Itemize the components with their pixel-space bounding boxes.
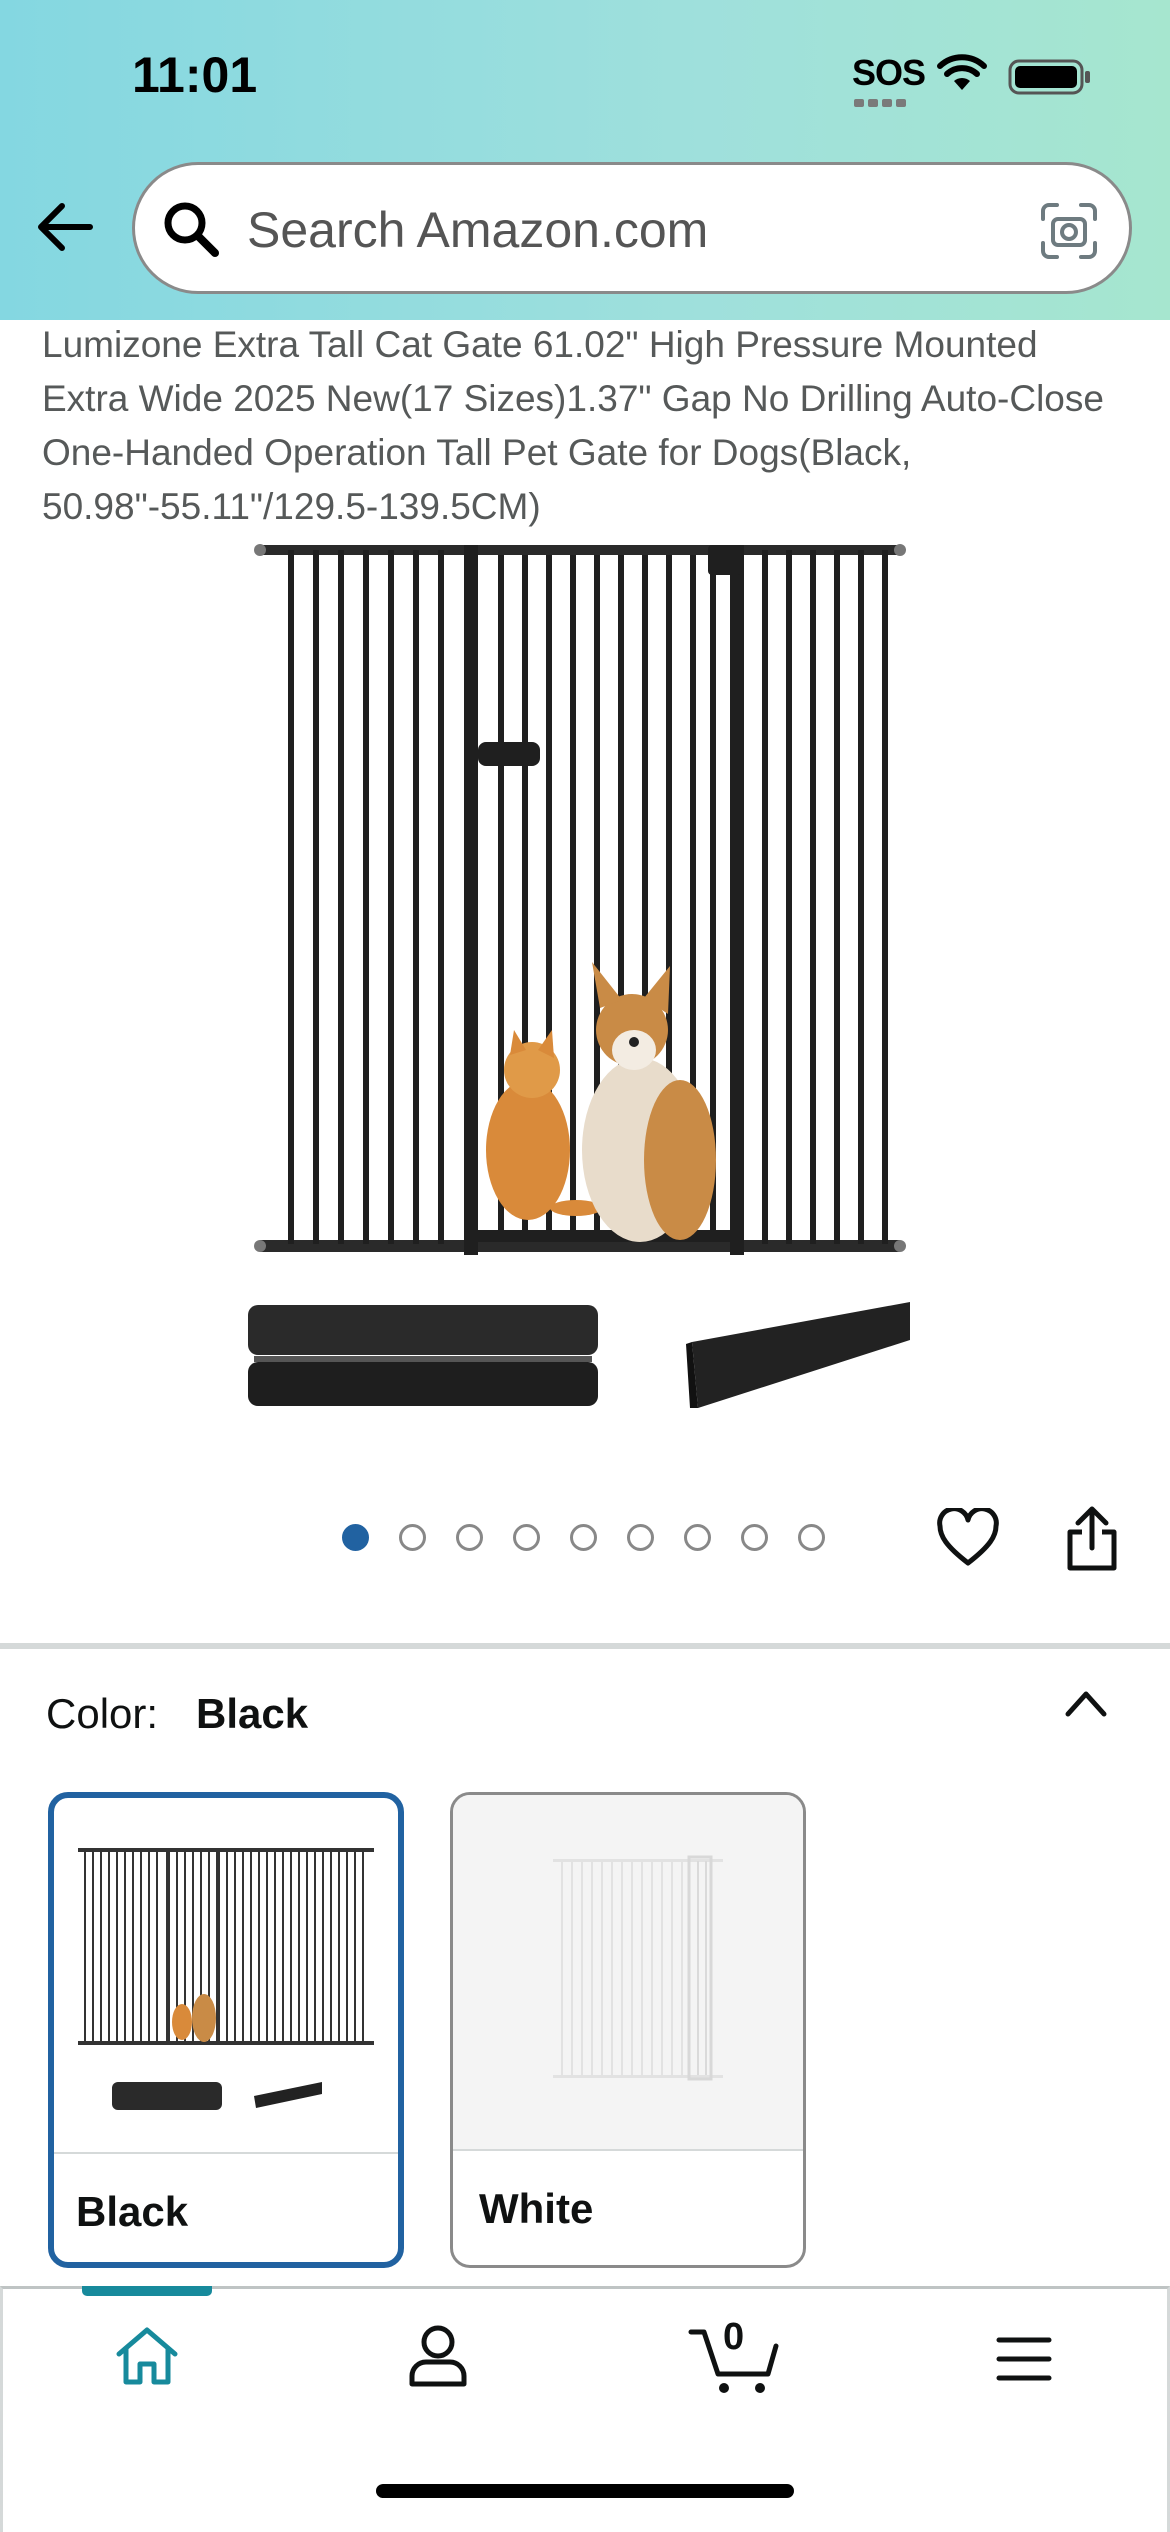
swatch-thumbnail-white [453, 1795, 803, 2149]
section-divider [0, 1643, 1170, 1649]
carousel-dots[interactable] [342, 1524, 825, 1554]
color-swatch-white[interactable]: White [450, 1792, 806, 2268]
camera-icon[interactable] [1039, 201, 1099, 261]
heart-icon[interactable] [936, 1508, 1000, 1568]
swatch-label-black: Black [76, 2188, 189, 2235]
carousel-dot[interactable] [399, 1524, 426, 1551]
status-time: 11:01 [132, 47, 258, 103]
product-image[interactable] [240, 530, 930, 1430]
cart-count: 0 [723, 2316, 745, 2358]
product-title[interactable]: Lumizone Extra Tall Cat Gate 61.02" High… [42, 318, 1132, 534]
sos-indicator: SOS [852, 52, 926, 93]
carousel-dot[interactable] [456, 1524, 483, 1551]
signal-dots [854, 94, 914, 107]
carousel-dot[interactable] [741, 1524, 768, 1551]
wifi-icon [937, 54, 987, 90]
search-bar[interactable] [132, 162, 1132, 294]
color-selected-value: Black [196, 1690, 309, 1737]
swatch-thumbnail-black [78, 1848, 374, 2110]
share-icon[interactable] [1062, 1506, 1122, 1572]
carousel-dot[interactable] [570, 1524, 597, 1551]
back-arrow-icon[interactable] [34, 196, 96, 258]
chevron-up-icon[interactable] [1062, 1686, 1110, 1720]
carousel-dot[interactable] [627, 1524, 654, 1551]
carousel-dot[interactable] [513, 1524, 540, 1551]
home-icon[interactable] [114, 2324, 180, 2388]
color-label: Color: [46, 1690, 159, 1737]
battery-icon [1008, 59, 1090, 95]
home-indicator [376, 2484, 794, 2498]
account-icon[interactable] [408, 2324, 468, 2388]
nav-active-indicator [82, 2286, 212, 2296]
color-swatch-black[interactable]: Black [48, 1792, 404, 2268]
search-input[interactable] [247, 195, 1027, 265]
carousel-dot[interactable] [798, 1524, 825, 1551]
search-icon [164, 202, 219, 257]
swatch-label-white: White [479, 2185, 594, 2232]
header: 11:01 SOS [0, 0, 1170, 320]
carousel-dot[interactable] [684, 1524, 711, 1551]
menu-icon[interactable] [996, 2336, 1052, 2382]
carousel-dot[interactable] [342, 1524, 369, 1551]
